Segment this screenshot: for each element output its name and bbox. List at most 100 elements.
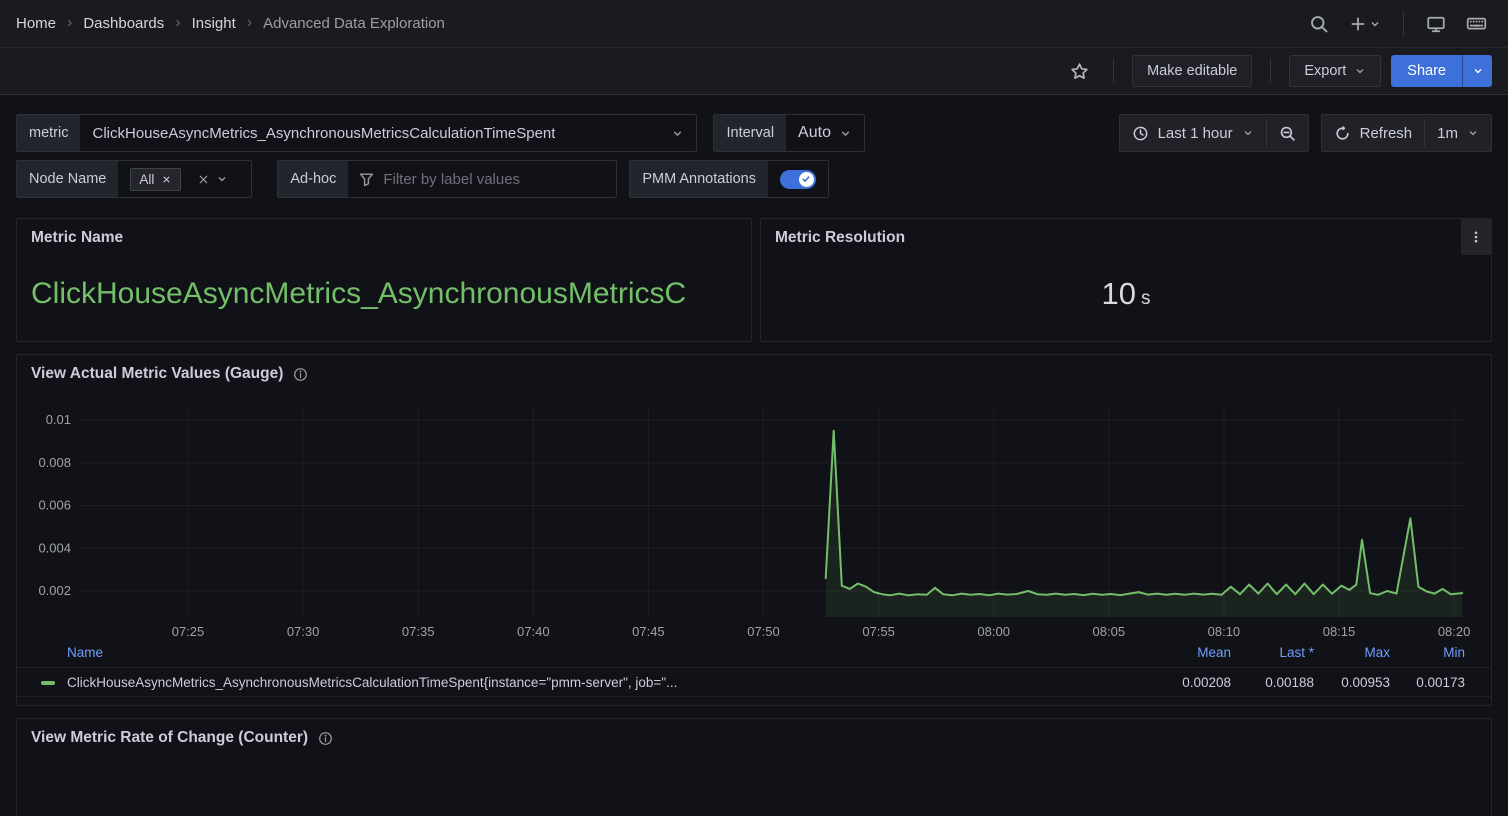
refresh-label: Refresh (1360, 125, 1413, 142)
pmm-annotations-label: PMM Annotations (630, 161, 768, 197)
svg-text:08:05: 08:05 (1093, 624, 1126, 639)
refresh-interval-value: 1m (1437, 125, 1458, 142)
refresh-icon (1334, 125, 1351, 142)
metric-name-value: ClickHouseAsyncMetrics_AsynchronousMetri… (17, 277, 686, 311)
refresh-group: Refresh 1m (1321, 114, 1492, 152)
panel-title[interactable]: Metric Resolution (775, 229, 905, 247)
chevron-right-icon: › (247, 14, 252, 32)
zoom-out-time-button[interactable] (1267, 115, 1308, 151)
svg-text:07:30: 07:30 (287, 624, 320, 639)
time-range-picker[interactable]: Last 1 hour (1120, 115, 1266, 151)
breadcrumb-item: Advanced Data Exploration (263, 15, 445, 32)
legend-min-value: 0.00173 (1416, 675, 1465, 690)
toolbar-divider (1270, 59, 1271, 83)
zoom-out-icon (1279, 125, 1296, 142)
dashboard-toolbar: Make editable Export Share (0, 48, 1508, 95)
metric-resolution-number: 10 (1102, 276, 1136, 311)
metric-resolution-unit: s (1141, 288, 1151, 309)
svg-text:0.008: 0.008 (38, 455, 71, 470)
metric-variable-value: ClickHouseAsyncMetrics_AsynchronousMetri… (92, 125, 555, 142)
interval-variable-select[interactable]: Auto (786, 115, 864, 151)
stat-panels-row: Metric Name ClickHouseAsyncMetrics_Async… (16, 218, 1492, 342)
svg-text:0.006: 0.006 (38, 498, 71, 513)
legend-table: Name Mean Last * Max Min ClickHouseAsync… (17, 645, 1491, 697)
clock-icon (1132, 125, 1149, 142)
refresh-interval-select[interactable]: 1m (1425, 115, 1491, 151)
node-name-chip-label: All (139, 172, 154, 187)
svg-text:08:00: 08:00 (977, 624, 1010, 639)
svg-text:07:40: 07:40 (517, 624, 550, 639)
clear-all-icon[interactable] (197, 173, 210, 186)
timeseries-plot[interactable] (17, 767, 1493, 816)
chevron-down-icon (1467, 127, 1479, 139)
plus-icon (1349, 15, 1367, 33)
legend-col-last[interactable]: Last * (1279, 645, 1314, 660)
svg-text:08:20: 08:20 (1438, 624, 1471, 639)
counter-chart-panel: View Metric Rate of Change (Counter) (16, 718, 1492, 816)
refresh-button[interactable]: Refresh (1322, 115, 1425, 151)
add-menu-button[interactable] (1343, 8, 1387, 40)
metric-variable: metric ClickHouseAsyncMetrics_Asynchrono… (16, 114, 697, 152)
svg-text:0.002: 0.002 (38, 583, 71, 598)
keyboard-shortcuts-icon[interactable] (1460, 8, 1492, 40)
metric-variable-label: metric (17, 115, 80, 151)
search-icon[interactable] (1303, 8, 1335, 40)
adhoc-filter: Ad-hoc (277, 160, 617, 198)
svg-text:08:10: 08:10 (1208, 624, 1241, 639)
svg-text:07:25: 07:25 (172, 624, 205, 639)
info-icon[interactable] (318, 731, 333, 746)
share-split-button: Share (1391, 55, 1492, 87)
legend-col-max[interactable]: Max (1364, 645, 1390, 660)
breadcrumb-item[interactable]: Insight (192, 15, 236, 32)
breadcrumb-item[interactable]: Dashboards (83, 15, 164, 32)
star-icon[interactable] (1063, 55, 1095, 87)
top-nav-bar: Home › Dashboards › Insight › Advanced Data Ex… (0, 0, 1508, 48)
filter-funnel-icon (358, 171, 375, 188)
share-button[interactable]: Share (1391, 55, 1462, 87)
make-editable-button[interactable]: Make editable (1132, 55, 1252, 87)
export-button[interactable]: Export (1289, 55, 1381, 87)
breadcrumb-item[interactable]: Home (16, 15, 56, 32)
chevron-down-icon (1472, 65, 1484, 77)
pmm-annotations-toggle[interactable] (780, 170, 816, 189)
legend-col-min[interactable]: Min (1443, 645, 1465, 660)
svg-text:07:35: 07:35 (402, 624, 435, 639)
chevron-down-icon (1369, 18, 1381, 30)
legend-max-value: 0.00953 (1341, 675, 1390, 690)
time-range-label: Last 1 hour (1158, 125, 1233, 142)
legend-col-name[interactable]: Name (67, 645, 103, 660)
close-icon[interactable] (161, 174, 172, 185)
metric-name-panel: Metric Name ClickHouseAsyncMetrics_Async… (16, 218, 752, 342)
svg-text:07:55: 07:55 (862, 624, 895, 639)
interval-variable-label: Interval (714, 115, 786, 151)
svg-text:0.004: 0.004 (38, 540, 71, 555)
chevron-down-icon (839, 127, 852, 140)
chevron-right-icon: › (67, 14, 72, 32)
node-name-label: Node Name (17, 161, 118, 197)
metric-variable-select[interactable]: ClickHouseAsyncMetrics_AsynchronousMetri… (80, 115, 696, 151)
panel-title[interactable]: Metric Name (31, 229, 123, 247)
share-menu-button[interactable] (1462, 55, 1492, 87)
chevron-right-icon: › (175, 14, 180, 32)
pmm-annotations-control: PMM Annotations (629, 160, 829, 198)
dashboard-canvas: metric ClickHouseAsyncMetrics_Asynchrono… (0, 95, 1508, 816)
check-icon (801, 174, 811, 184)
panel-menu-kebab-icon[interactable] (1461, 219, 1491, 255)
series-name[interactable]: ClickHouseAsyncMetrics_AsynchronousMetri… (67, 675, 1091, 690)
chevron-down-icon (1242, 127, 1254, 139)
svg-text:07:50: 07:50 (747, 624, 780, 639)
legend-mean-value: 0.00208 (1182, 675, 1231, 690)
node-name-select[interactable]: All (118, 161, 251, 197)
kiosk-mode-icon[interactable] (1420, 8, 1452, 40)
panel-title[interactable]: View Metric Rate of Change (Counter) (31, 729, 308, 747)
series-color-swatch[interactable] (41, 681, 55, 685)
metric-resolution-panel: Metric Resolution 10s (760, 218, 1492, 342)
svg-text:08:15: 08:15 (1323, 624, 1356, 639)
adhoc-filter-input[interactable] (383, 171, 573, 188)
chevron-down-icon (216, 173, 228, 185)
node-name-chip[interactable]: All (130, 168, 181, 191)
legend-row: ClickHouseAsyncMetrics_AsynchronousMetri… (17, 667, 1491, 697)
time-picker-group: Last 1 hour (1119, 114, 1309, 152)
toolbar-divider (1113, 59, 1114, 83)
legend-col-mean[interactable]: Mean (1197, 645, 1231, 660)
